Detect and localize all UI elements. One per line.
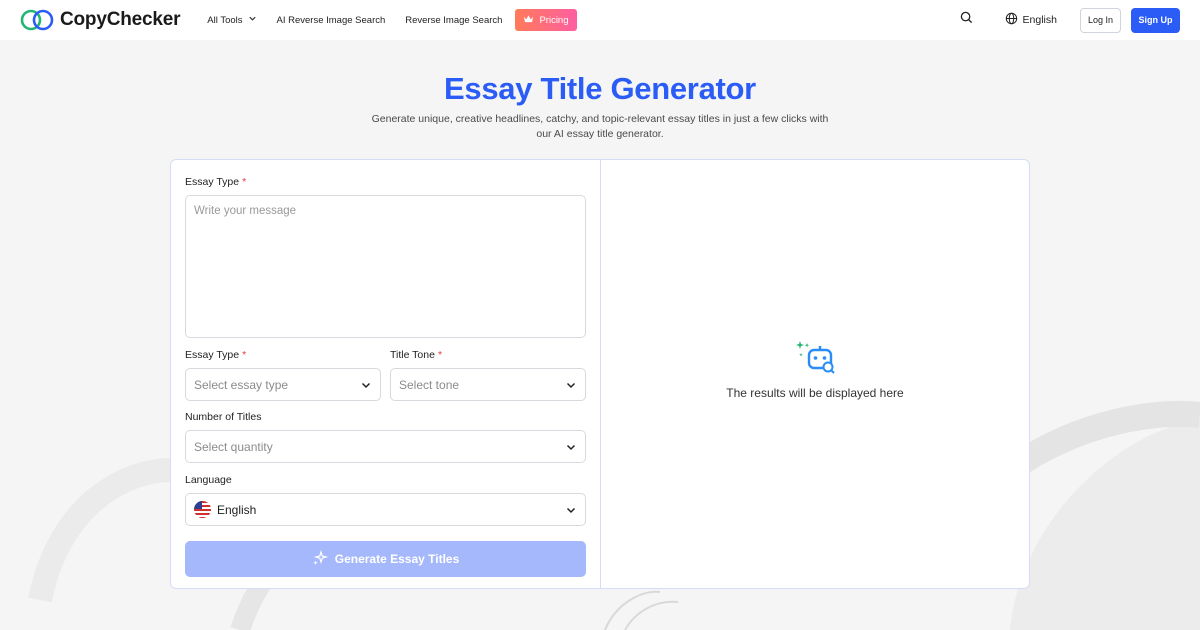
generator-form: Essay Type * Write your message Essay Typ…	[171, 160, 601, 588]
logo-rings-icon	[20, 9, 54, 31]
generate-button-label: Generate Essay Titles	[334, 552, 460, 566]
results-empty-text: The results will be displayed here	[726, 386, 904, 400]
language-select-value: English	[217, 502, 257, 517]
generate-button[interactable]: Generate Essay Titles	[185, 541, 586, 577]
essay-type-label-text: Essay Type	[185, 349, 240, 361]
topic-textarea[interactable]: Write your message	[185, 195, 586, 338]
chevron-down-icon	[565, 504, 577, 516]
language-select[interactable]: English	[185, 493, 586, 526]
brand-logo[interactable]: CopyChecker	[20, 9, 180, 31]
title-tone-select[interactable]: Select tone	[390, 368, 586, 401]
nav-reverse-image-search-label: Reverse Image Search	[405, 14, 503, 26]
search-icon	[960, 11, 973, 29]
topic-label-text: Essay Type	[185, 176, 240, 188]
title-tone-label-text: Title Tone	[390, 349, 435, 361]
sparkle-icon	[312, 549, 328, 569]
signup-button[interactable]: Sign Up	[1131, 7, 1180, 33]
nav-ai-reverse-image-search-label: AI Reverse Image Search	[276, 14, 386, 26]
us-flag-icon	[194, 501, 211, 518]
results-panel: The results will be displayed here	[601, 160, 1029, 588]
number-of-titles-select[interactable]: Select quantity	[185, 430, 586, 463]
login-button[interactable]: Log In	[1080, 7, 1121, 33]
pricing-label: Pricing	[539, 14, 569, 26]
required-mark: *	[242, 349, 247, 361]
search-button[interactable]	[957, 10, 977, 30]
chevron-down-icon	[248, 14, 257, 26]
crown-icon	[523, 14, 534, 26]
chevron-down-icon	[565, 441, 577, 453]
page-subtitle: Generate unique, creative headlines, cat…	[350, 112, 850, 142]
nav-reverse-image-search[interactable]: Reverse Image Search	[405, 15, 502, 26]
chevron-down-icon	[360, 379, 372, 391]
required-mark: *	[437, 349, 443, 361]
pricing-button[interactable]: Pricing	[515, 9, 577, 31]
essay-type-select[interactable]: Select essay type	[185, 368, 381, 401]
globe-icon	[1005, 12, 1018, 28]
page-subtitle-line-1: Generate unique, creative headlines, cat…	[371, 113, 829, 125]
essay-type-select-value: Select essay type	[194, 377, 289, 392]
ai-bot-sparkle-icon	[794, 340, 838, 381]
essay-type-label: Essay Type *	[185, 349, 246, 361]
language-switcher[interactable]: English	[1005, 12, 1057, 28]
number-of-titles-label: Number of Titles	[185, 411, 262, 423]
language-field-label: Language	[185, 474, 232, 486]
main-nav: All Tools AI Reverse Image Search Revers…	[207, 9, 577, 31]
topic-label: Essay Type *	[185, 176, 246, 188]
header-actions: English Log In Sign Up	[957, 7, 1180, 33]
title-tone-label: Title Tone *	[390, 349, 442, 361]
brand-name: CopyChecker	[60, 9, 181, 30]
nav-ai-reverse-image-search[interactable]: AI Reverse Image Search	[277, 15, 386, 26]
number-of-titles-select-value: Select quantity	[194, 439, 273, 454]
nav-all-tools-label: All Tools	[207, 14, 243, 26]
page-title: Essay Title Generator	[444, 71, 756, 106]
required-mark: *	[242, 176, 247, 188]
language-label: English	[1022, 14, 1057, 26]
top-navbar: CopyChecker All Tools AI Reverse Image S…	[0, 0, 1200, 40]
page-subtitle-line-2: our AI essay title generator.	[536, 128, 664, 140]
generator-card: Essay Type * Write your message Essay Typ…	[170, 159, 1030, 589]
title-tone-select-value: Select tone	[399, 377, 460, 392]
nav-all-tools[interactable]: All Tools	[207, 14, 256, 26]
chevron-down-icon	[565, 379, 577, 391]
